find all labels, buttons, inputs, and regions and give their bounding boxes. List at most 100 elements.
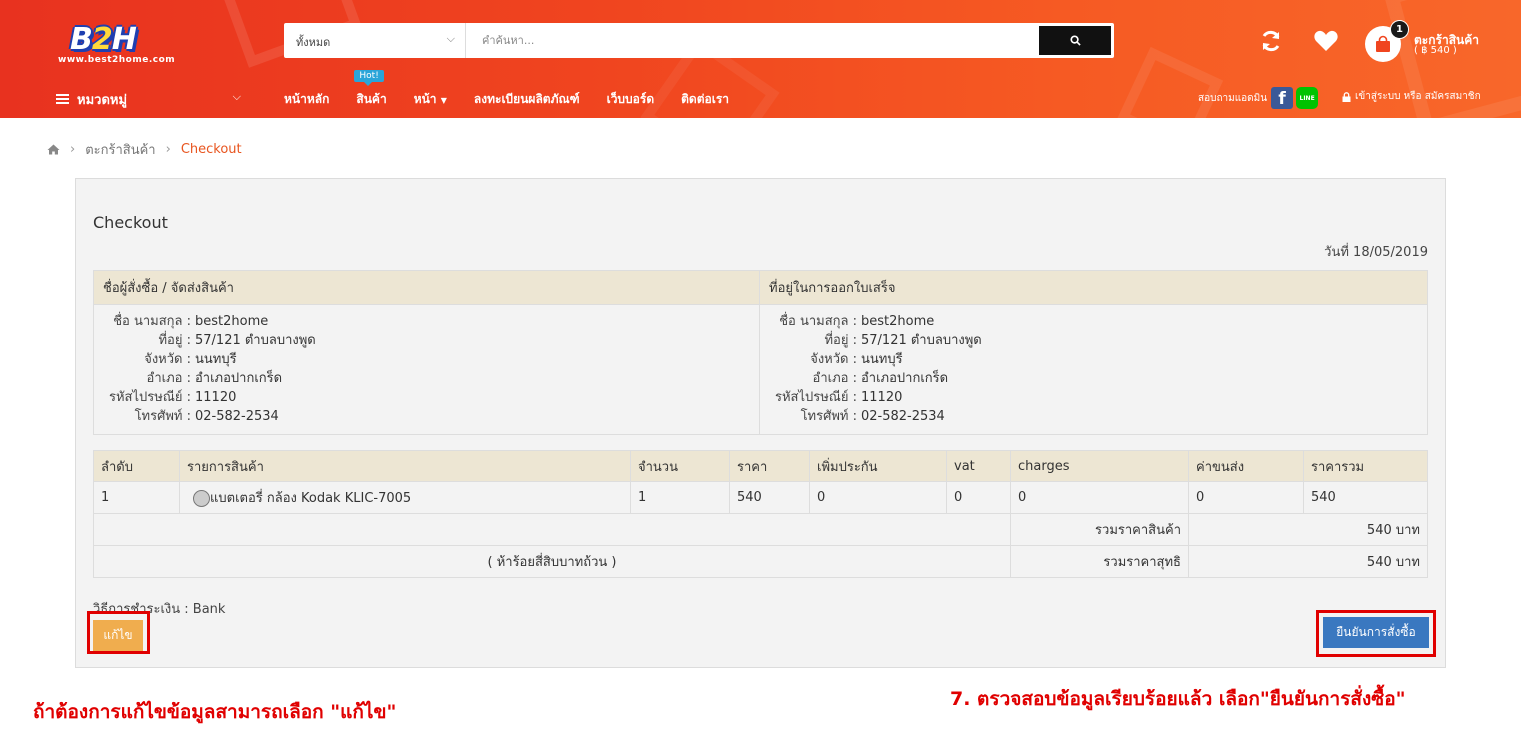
checkout-panel: Checkout วันที่ 18/05/2019 ชื่อผู้สั่งซื… bbox=[75, 178, 1446, 668]
column-header: รายการสินค้า bbox=[179, 450, 631, 482]
billing-name-label: ชื่อ นามสกุล : bbox=[779, 314, 857, 329]
shipping-header: ชื่อผู้สั่งซื้อ / จัดส่งสินค้า bbox=[93, 270, 760, 305]
caret-down-icon: ▼ bbox=[440, 96, 447, 105]
billing-postcode-value: 11120 bbox=[861, 390, 903, 405]
column-header: vat bbox=[946, 450, 1011, 482]
breadcrumb-cart[interactable]: ตะกร้าสินค้า bbox=[85, 139, 155, 160]
order-date: วันที่ 18/05/2019 bbox=[1324, 245, 1428, 260]
shipping-address: ชื่อ นามสกุล : best2home ที่อยู่ : 57/121 … bbox=[93, 304, 760, 435]
breadcrumb-separator: › bbox=[70, 142, 76, 157]
nav-pages[interactable]: หน้า ▼ bbox=[414, 90, 447, 108]
breadcrumb: › ตะกร้าสินค้า › Checkout bbox=[47, 139, 242, 160]
main-nav: หน้าหลัก Hot! สินค้า หน้า ▼ ลงทะเบียนผลิ… bbox=[284, 70, 756, 108]
net-total-value: 540 บาท bbox=[1188, 545, 1428, 578]
search-input[interactable] bbox=[474, 23, 1034, 58]
menu-icon bbox=[56, 92, 69, 106]
shipping-district-label: อำเภอ : bbox=[146, 371, 191, 386]
facebook-icon[interactable]: f bbox=[1271, 87, 1294, 109]
edit-instruction-note: ถ้าต้องการแก้ไขข้อมูลสามารถเลือก "แก้ไข" bbox=[33, 701, 397, 723]
cart-count-badge: 1 bbox=[1390, 20, 1409, 39]
edit-highlight-box bbox=[87, 611, 150, 654]
confirm-instruction-note: 7. ตรวจสอบข้อมูลเรียบร้อยแล้ว เลือก"ยืนย… bbox=[950, 688, 1406, 710]
billing-address: ชื่อ นามสกุล : best2home ที่อยู่ : 57/121 … bbox=[759, 304, 1428, 435]
billing-province-label: จังหวัด : bbox=[810, 352, 857, 367]
site-logo[interactable]: B2H www.best2home.com bbox=[58, 22, 176, 66]
nav-products[interactable]: Hot! สินค้า bbox=[354, 70, 387, 108]
nav-webboard[interactable]: เว็บบอร์ด bbox=[607, 90, 655, 108]
subtotal-value: 540 บาท bbox=[1188, 513, 1428, 546]
shipping-phone-label: โทรศัพท์ : bbox=[134, 409, 191, 424]
shipping-province-value: นนทบุรี bbox=[195, 352, 237, 367]
amount-in-words: ( ห้าร้อยสี่สิบบาทถ้วน ) bbox=[93, 545, 1011, 578]
nav-home[interactable]: หน้าหลัก bbox=[284, 90, 329, 108]
shipping-district-value: อำเภอปากเกร็ด bbox=[195, 371, 283, 386]
column-header: ราคารวม bbox=[1303, 450, 1428, 482]
item-insurance: 0 bbox=[809, 481, 947, 514]
categories-menu[interactable]: หมวดหมู่ ⌵ bbox=[56, 90, 241, 108]
nav-register-product[interactable]: ลงทะเบียนผลิตภัณฑ์ bbox=[474, 90, 580, 108]
subtotal-label: รวมราคาสินค้า bbox=[1010, 513, 1189, 546]
billing-district-value: อำเภอปากเกร็ด bbox=[861, 371, 949, 386]
heart-icon bbox=[1314, 30, 1338, 51]
contact-admin-label: สอบถามแอดมิน bbox=[1198, 92, 1268, 104]
item-name-cell: แบตเตอรี่ กล้อง Kodak KLIC-7005 bbox=[179, 481, 631, 514]
breadcrumb-separator: › bbox=[165, 142, 171, 157]
logo-url: www.best2home.com bbox=[58, 55, 176, 65]
search-bar: ทั้งหมด ⌵ bbox=[284, 23, 1114, 58]
subtotal-row: รวมราคาสินค้า 540 บาท bbox=[93, 513, 1428, 546]
cart-amount: ( ฿ 540 ) bbox=[1414, 45, 1457, 56]
net-total-row: ( ห้าร้อยสี่สิบบาทถ้วน ) รวมราคาสุทธิ 54… bbox=[93, 545, 1428, 578]
chevron-down-icon: ⌵ bbox=[446, 32, 455, 45]
billing-name-value: best2home bbox=[861, 314, 935, 329]
item-charges: 0 bbox=[1010, 481, 1189, 514]
chevron-down-icon: ⌵ bbox=[232, 90, 241, 103]
item-no: 1 bbox=[93, 481, 180, 514]
contact-admin: สอบถามแอดมิน f LINE bbox=[1198, 87, 1319, 109]
column-header: charges bbox=[1010, 450, 1189, 482]
shipping-address-label: ที่อยู่ : bbox=[158, 333, 191, 348]
login-link[interactable]: เข้าสู่ระบบ หรือ สมัครสมาชิก bbox=[1342, 89, 1481, 104]
home-icon[interactable] bbox=[47, 144, 60, 155]
search-button[interactable] bbox=[1039, 26, 1111, 55]
nav-pages-label: หน้า bbox=[413, 92, 437, 106]
column-header: เพิ่มประกัน bbox=[809, 450, 947, 482]
billing-header: ที่อยู่ในการออกใบเสร็จ bbox=[759, 270, 1428, 305]
item-vat: 0 bbox=[946, 481, 1011, 514]
shipping-postcode-value: 11120 bbox=[195, 390, 237, 405]
wishlist-button[interactable] bbox=[1313, 28, 1339, 54]
billing-province-value: นนทบุรี bbox=[861, 352, 903, 367]
line-icon[interactable]: LINE bbox=[1296, 87, 1319, 109]
product-thumbnail[interactable] bbox=[193, 490, 210, 507]
refresh-icon bbox=[1262, 30, 1280, 52]
breadcrumb-current: Checkout bbox=[180, 142, 242, 157]
shipping-postcode-label: รหัสไปรษณีย์ : bbox=[108, 390, 191, 405]
confirm-highlight-box bbox=[1316, 610, 1436, 657]
compare-button[interactable] bbox=[1258, 28, 1284, 54]
table-row: 1 แบตเตอรี่ กล้อง Kodak KLIC-7005 1 540 … bbox=[93, 481, 1428, 514]
billing-address-label: ที่อยู่ : bbox=[824, 333, 857, 348]
billing-district-label: อำเภอ : bbox=[812, 371, 857, 386]
billing-phone-label: โทรศัพท์ : bbox=[800, 409, 857, 424]
empty-cell bbox=[93, 513, 1011, 546]
column-header: จำนวน bbox=[630, 450, 730, 482]
shopping-bag-icon bbox=[1376, 35, 1390, 52]
shipping-province-label: จังหวัด : bbox=[144, 352, 191, 367]
net-total-label: รวมราคาสุทธิ bbox=[1010, 545, 1189, 578]
nav-products-label: สินค้า bbox=[356, 92, 387, 106]
logo-wordmark: B2H bbox=[70, 22, 137, 57]
search-icon bbox=[1069, 35, 1081, 46]
nav-contact[interactable]: ติดต่อเรา bbox=[681, 90, 729, 108]
column-header: ราคา bbox=[729, 450, 810, 482]
billing-postcode-label: รหัสไปรษณีย์ : bbox=[774, 390, 857, 405]
table-header-row: ลำดับ รายการสินค้า จำนวน ราคา เพิ่มประกั… bbox=[93, 450, 1428, 482]
search-category-value: ทั้งหมด bbox=[296, 36, 331, 49]
billing-address-value: 57/121 ตำบลบางพูด bbox=[861, 333, 982, 348]
item-qty: 1 bbox=[630, 481, 730, 514]
page-title: Checkout bbox=[93, 213, 168, 232]
search-category-select[interactable]: ทั้งหมด ⌵ bbox=[284, 23, 466, 58]
item-name[interactable]: แบตเตอรี่ กล้อง Kodak KLIC-7005 bbox=[210, 491, 411, 506]
order-items-table: ลำดับ รายการสินค้า จำนวน ราคา เพิ่มประกั… bbox=[93, 450, 1428, 578]
lock-icon bbox=[1342, 91, 1351, 102]
shipping-name-value: best2home bbox=[195, 314, 269, 329]
categories-label: หมวดหมู่ bbox=[77, 92, 128, 108]
